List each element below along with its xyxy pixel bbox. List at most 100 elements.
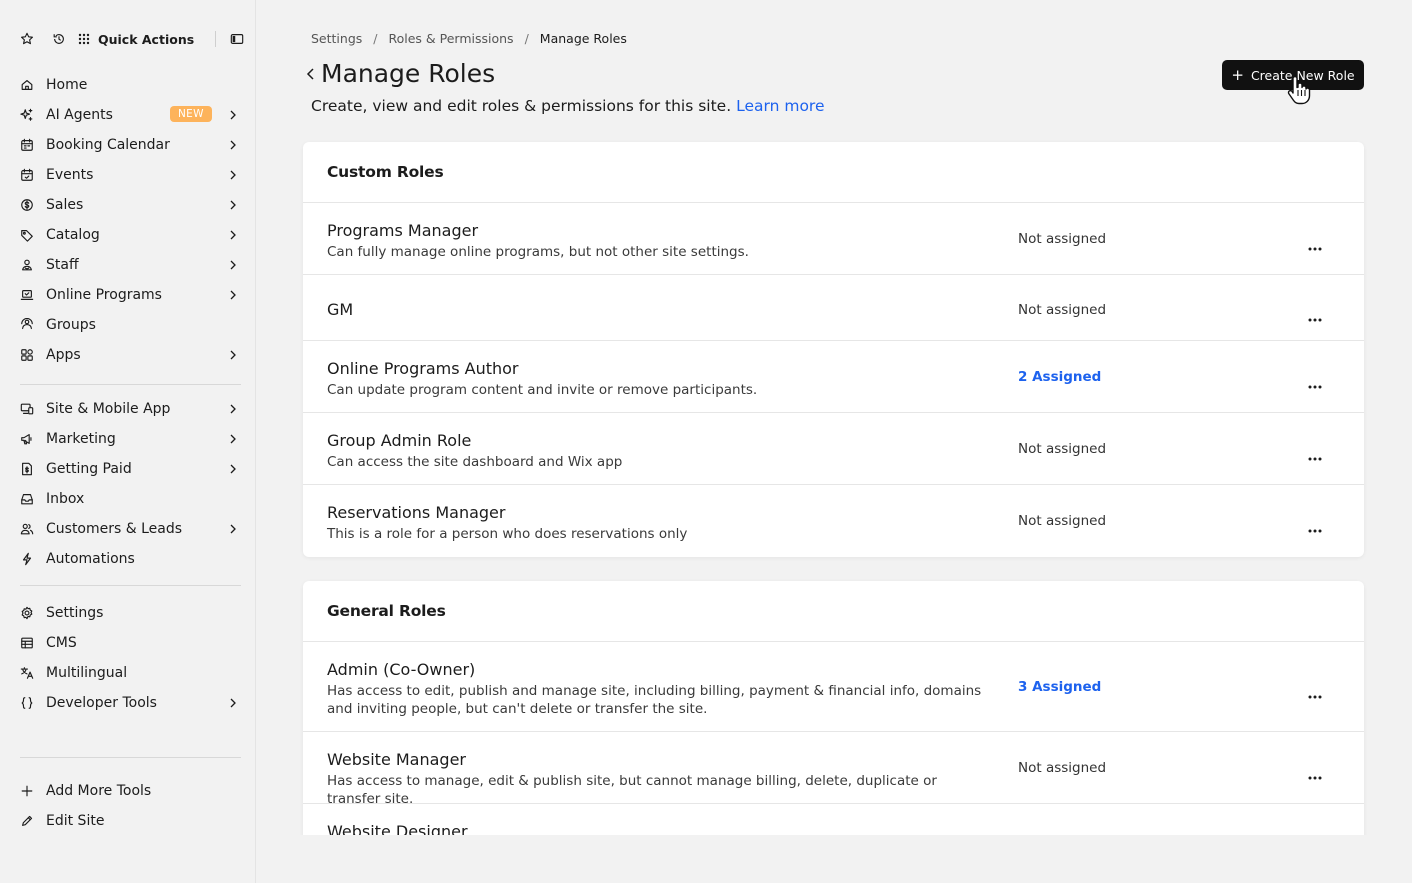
- sidebar-item-label: Site & Mobile App: [46, 401, 171, 417]
- sidebar-divider: [20, 757, 241, 758]
- role-row[interactable]: Website Designer: [303, 804, 1364, 835]
- back-chevron-icon[interactable]: [304, 66, 318, 82]
- breadcrumb-separator: /: [524, 31, 529, 46]
- breadcrumb-settings[interactable]: Settings: [311, 31, 362, 46]
- sidebar-item-booking-calendar[interactable]: Booking Calendar: [18, 133, 242, 157]
- breadcrumb-roles-permissions[interactable]: Roles & Permissions: [389, 31, 514, 46]
- sidebar-item-multilingual[interactable]: Multilingual: [18, 661, 242, 685]
- role-row[interactable]: Reservations Manager This is a role for a…: [303, 485, 1364, 557]
- more-actions-icon[interactable]: [1307, 375, 1323, 389]
- sidebar-item-customers-leads[interactable]: Customers & Leads: [18, 517, 242, 541]
- sidebar-item-cms[interactable]: CMS: [18, 631, 242, 655]
- sidebar-item-settings[interactable]: Settings: [18, 601, 242, 625]
- braces-icon: [18, 694, 36, 712]
- role-name: Website Manager: [327, 750, 466, 769]
- chevron-right-icon: [228, 258, 238, 272]
- star-icon[interactable]: [18, 30, 36, 48]
- sidebar-item-online-programs[interactable]: Online Programs: [18, 283, 242, 307]
- staff-icon: [18, 256, 36, 274]
- chevron-right-icon: [228, 402, 238, 416]
- role-row[interactable]: Group Admin Role Can access the site dash…: [303, 413, 1364, 485]
- sidebar-item-staff[interactable]: Staff: [18, 253, 242, 277]
- role-description: Can access the site dashboard and Wix ap…: [327, 454, 623, 470]
- role-row[interactable]: Online Programs Author Can update program…: [303, 341, 1364, 413]
- role-name: Programs Manager: [327, 221, 479, 240]
- more-actions-icon[interactable]: [1307, 237, 1323, 251]
- role-row[interactable]: Admin (Co-Owner) Has access to edit, publ…: [303, 642, 1364, 732]
- sidebar-item-developer-tools[interactable]: Developer Tools: [18, 691, 242, 715]
- assignment-status: Not assigned: [1018, 231, 1107, 247]
- calendar-icon: [18, 136, 36, 154]
- sidebar-item-label: Events: [46, 167, 94, 183]
- breadcrumb-current: Manage Roles: [539, 31, 627, 46]
- sidebar-item-marketing[interactable]: Marketing: [18, 427, 242, 451]
- customers-icon: [18, 520, 36, 538]
- translate-icon: [18, 664, 36, 682]
- pencil-icon: [18, 812, 36, 830]
- sidebar-item-label: Getting Paid: [46, 461, 132, 477]
- sidebar-item-getting-paid[interactable]: Getting Paid: [18, 457, 242, 481]
- sidebar-item-apps[interactable]: Apps: [18, 343, 242, 367]
- section-heading: General Roles: [303, 581, 1364, 642]
- sidebar-item-label: Online Programs: [46, 287, 162, 303]
- more-actions-icon[interactable]: [1307, 308, 1323, 322]
- sidebar-item-groups[interactable]: Groups: [18, 313, 242, 337]
- history-icon[interactable]: [50, 30, 68, 48]
- more-actions-icon[interactable]: [1307, 447, 1323, 461]
- assignment-status: Not assigned: [1018, 302, 1107, 318]
- collapse-sidebar-icon[interactable]: [228, 30, 246, 48]
- topbar-divider: [215, 31, 216, 47]
- sidebar-item-inbox[interactable]: Inbox: [18, 487, 242, 511]
- megaphone-icon: [18, 430, 36, 448]
- role-name: Group Admin Role: [327, 431, 472, 450]
- dollar-icon: [18, 196, 36, 214]
- table-icon: [18, 634, 36, 652]
- sidebar-item-label: Developer Tools: [46, 695, 157, 711]
- more-actions-icon[interactable]: [1307, 685, 1323, 699]
- more-actions-icon[interactable]: [1307, 519, 1323, 533]
- assigned-count-link[interactable]: 3 Assigned: [1018, 679, 1101, 695]
- main-content: Settings / Roles & Permissions / Manage …: [256, 0, 1412, 835]
- sidebar-item-ai-agents[interactable]: AI Agents NEW: [18, 103, 242, 127]
- sidebar-item-label: CMS: [46, 635, 77, 651]
- groups-icon: [18, 316, 36, 334]
- sidebar-item-automations[interactable]: Automations: [18, 547, 242, 571]
- role-description: This is a role for a person who does res…: [327, 526, 688, 542]
- role-description: Can fully manage online programs, but no…: [327, 244, 749, 260]
- sidebar-item-label: Automations: [46, 551, 135, 567]
- sidebar-item-label: Add More Tools: [46, 783, 152, 799]
- role-name: Admin (Co-Owner): [327, 660, 476, 679]
- page-title: Manage Roles: [321, 59, 496, 88]
- role-name: Website Designer: [327, 822, 468, 835]
- quick-actions-label: Quick Actions: [98, 31, 195, 47]
- custom-roles-card: Custom Roles Programs Manager Can fully m…: [303, 142, 1364, 557]
- role-row[interactable]: Website Manager Has access to manage, edi…: [303, 732, 1364, 807]
- more-actions-icon[interactable]: [1307, 766, 1323, 780]
- assignment-status: Not assigned: [1018, 441, 1107, 457]
- role-description: Has access to edit, publish and manage s…: [327, 683, 982, 717]
- sidebar-item-label: Settings: [46, 605, 104, 621]
- page-subtitle: Create, view and edit roles & permission…: [311, 97, 825, 115]
- quick-actions-button[interactable]: Quick Actions: [78, 32, 194, 47]
- sidebar-item-label: Edit Site: [46, 813, 105, 829]
- sidebar-item-sales[interactable]: Sales: [18, 193, 242, 217]
- sidebar: Quick Actions Home AI Agents NEW Booking Ca…: [0, 0, 256, 883]
- learn-more-link[interactable]: Learn more: [736, 97, 824, 115]
- breadcrumb: Settings / Roles & Permissions / Manage …: [311, 31, 627, 46]
- sidebar-item-events[interactable]: Events: [18, 163, 242, 187]
- sidebar-item-add-more-tools[interactable]: Add More Tools: [18, 779, 242, 803]
- sidebar-item-edit-site[interactable]: Edit Site: [18, 809, 242, 833]
- assigned-count-link[interactable]: 2 Assigned: [1018, 369, 1101, 385]
- role-row[interactable]: Programs Manager Can fully manage online …: [303, 203, 1364, 275]
- assignment-status: Not assigned: [1018, 760, 1107, 776]
- sidebar-item-site-mobile-app[interactable]: Site & Mobile App: [18, 397, 242, 421]
- role-name: Online Programs Author: [327, 359, 519, 378]
- chevron-right-icon: [228, 522, 238, 536]
- sidebar-item-home[interactable]: Home: [18, 73, 242, 97]
- chevron-right-icon: [228, 108, 238, 122]
- chevron-right-icon: [228, 696, 238, 710]
- sidebar-item-catalog[interactable]: Catalog: [18, 223, 242, 247]
- role-row[interactable]: GM Not assigned: [303, 275, 1364, 341]
- gear-icon: [18, 604, 36, 622]
- plus-icon: +: [1231, 65, 1244, 84]
